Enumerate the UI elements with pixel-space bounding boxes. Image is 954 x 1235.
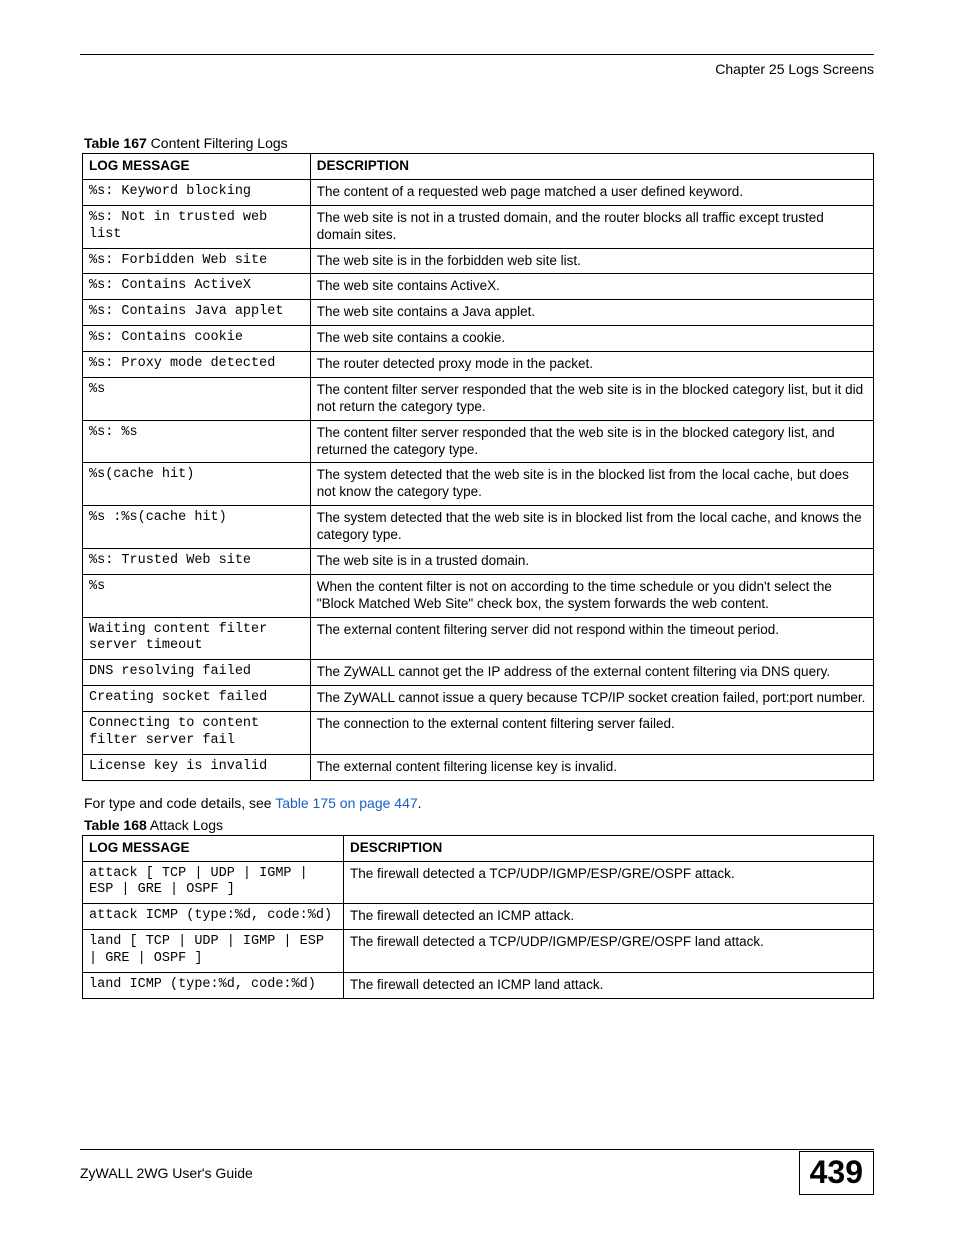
table-row: %s: Contains Java appletThe web site con… bbox=[83, 300, 874, 326]
table-168-caption-title: Attack Logs bbox=[147, 817, 223, 833]
table-row: Waiting content filter server timeoutThe… bbox=[83, 617, 874, 660]
log-message-cell: %s: Forbidden Web site bbox=[83, 248, 311, 274]
footer-rule bbox=[80, 1149, 874, 1150]
table-row: Creating socket failedThe ZyWALL cannot … bbox=[83, 686, 874, 712]
description-cell: The ZyWALL cannot get the IP address of … bbox=[310, 660, 873, 686]
log-message-cell: %s: Trusted Web site bbox=[83, 548, 311, 574]
header-rule bbox=[80, 54, 874, 55]
table-header-row: LOG MESSAGE DESCRIPTION bbox=[83, 835, 874, 861]
table-167-caption: Table 167 Content Filtering Logs bbox=[82, 135, 874, 151]
table-row: %s: Contains cookieThe web site contains… bbox=[83, 326, 874, 352]
table-row: attack ICMP (type:%d, code:%d)The firewa… bbox=[83, 904, 874, 930]
col-log-message: LOG MESSAGE bbox=[83, 154, 311, 180]
col-description: DESCRIPTION bbox=[344, 835, 874, 861]
description-cell: The ZyWALL cannot issue a query because … bbox=[310, 686, 873, 712]
table-row: %sThe content filter server responded th… bbox=[83, 377, 874, 420]
table-row: Connecting to content filter server fail… bbox=[83, 712, 874, 755]
description-cell: The firewall detected a TCP/UDP/IGMP/ESP… bbox=[344, 930, 874, 973]
log-message-cell: %s :%s(cache hit) bbox=[83, 506, 311, 549]
log-message-cell: %s: Not in trusted web list bbox=[83, 205, 311, 248]
footer-guide-title: ZyWALL 2WG User's Guide bbox=[80, 1165, 253, 1181]
description-cell: The web site is in the forbidden web sit… bbox=[310, 248, 873, 274]
log-message-cell: land ICMP (type:%d, code:%d) bbox=[83, 972, 344, 998]
description-cell: The firewall detected an ICMP attack. bbox=[344, 904, 874, 930]
table-168-caption: Table 168 Attack Logs bbox=[82, 817, 874, 833]
table-row: %s(cache hit)The system detected that th… bbox=[83, 463, 874, 506]
table-row: License key is invalidThe external conte… bbox=[83, 754, 874, 780]
description-cell: The system detected that the web site is… bbox=[310, 506, 873, 549]
description-cell: The content filter server responded that… bbox=[310, 377, 873, 420]
log-message-cell: land [ TCP | UDP | IGMP | ESP | GRE | OS… bbox=[83, 930, 344, 973]
log-message-cell: %s: %s bbox=[83, 420, 311, 463]
log-message-cell: Connecting to content filter server fail bbox=[83, 712, 311, 755]
description-cell: The router detected proxy mode in the pa… bbox=[310, 352, 873, 378]
description-cell: The firewall detected an ICMP land attac… bbox=[344, 972, 874, 998]
table-row: %s :%s(cache hit)The system detected tha… bbox=[83, 506, 874, 549]
note-text-before: For type and code details, see bbox=[84, 795, 275, 811]
description-cell: The external content filtering license k… bbox=[310, 754, 873, 780]
description-cell: The web site contains a Java applet. bbox=[310, 300, 873, 326]
col-log-message: LOG MESSAGE bbox=[83, 835, 344, 861]
content-area: Table 167 Content Filtering Logs LOG MES… bbox=[82, 135, 874, 999]
table-row: land [ TCP | UDP | IGMP | ESP | GRE | OS… bbox=[83, 930, 874, 973]
log-message-cell: %s: Contains ActiveX bbox=[83, 274, 311, 300]
page-container: Chapter 25 Logs Screens Table 167 Conten… bbox=[0, 0, 954, 1235]
description-cell: The web site is not in a trusted domain,… bbox=[310, 205, 873, 248]
table-168: LOG MESSAGE DESCRIPTION attack [ TCP | U… bbox=[82, 835, 874, 999]
note-text-after: . bbox=[418, 795, 422, 811]
description-cell: The firewall detected a TCP/UDP/IGMP/ESP… bbox=[344, 861, 874, 904]
table-167-caption-number: Table 167 bbox=[84, 135, 147, 151]
table-row: %s: Proxy mode detectedThe router detect… bbox=[83, 352, 874, 378]
log-message-cell: %s(cache hit) bbox=[83, 463, 311, 506]
page-number: 439 bbox=[799, 1151, 874, 1195]
log-message-cell: License key is invalid bbox=[83, 754, 311, 780]
log-message-cell: attack ICMP (type:%d, code:%d) bbox=[83, 904, 344, 930]
description-cell: The web site is in a trusted domain. bbox=[310, 548, 873, 574]
description-cell: The content filter server responded that… bbox=[310, 420, 873, 463]
log-message-cell: %s: Proxy mode detected bbox=[83, 352, 311, 378]
table-row: %s: Forbidden Web siteThe web site is in… bbox=[83, 248, 874, 274]
log-message-cell: Waiting content filter server timeout bbox=[83, 617, 311, 660]
log-message-cell: %s: Contains Java applet bbox=[83, 300, 311, 326]
chapter-header: Chapter 25 Logs Screens bbox=[80, 61, 874, 77]
table-row: DNS resolving failedThe ZyWALL cannot ge… bbox=[83, 660, 874, 686]
log-message-cell: %s bbox=[83, 574, 311, 617]
col-description: DESCRIPTION bbox=[310, 154, 873, 180]
description-cell: When the content filter is not on accord… bbox=[310, 574, 873, 617]
table-row: %s: Not in trusted web listThe web site … bbox=[83, 205, 874, 248]
table-row: %sWhen the content filter is not on acco… bbox=[83, 574, 874, 617]
log-message-cell: %s bbox=[83, 377, 311, 420]
table-row: %s: Trusted Web siteThe web site is in a… bbox=[83, 548, 874, 574]
description-cell: The content of a requested web page matc… bbox=[310, 179, 873, 205]
log-message-cell: attack [ TCP | UDP | IGMP | ESP | GRE | … bbox=[83, 861, 344, 904]
log-message-cell: %s: Contains cookie bbox=[83, 326, 311, 352]
description-cell: The system detected that the web site is… bbox=[310, 463, 873, 506]
table-row: %s: %sThe content filter server responde… bbox=[83, 420, 874, 463]
description-cell: The web site contains ActiveX. bbox=[310, 274, 873, 300]
cross-reference-note: For type and code details, see Table 175… bbox=[84, 795, 874, 811]
table-row: attack [ TCP | UDP | IGMP | ESP | GRE | … bbox=[83, 861, 874, 904]
table-168-caption-number: Table 168 bbox=[84, 817, 147, 833]
description-cell: The external content filtering server di… bbox=[310, 617, 873, 660]
log-message-cell: DNS resolving failed bbox=[83, 660, 311, 686]
table-row: %s: Contains ActiveXThe web site contain… bbox=[83, 274, 874, 300]
log-message-cell: %s: Keyword blocking bbox=[83, 179, 311, 205]
table-row: land ICMP (type:%d, code:%d)The firewall… bbox=[83, 972, 874, 998]
cross-reference-link[interactable]: Table 175 on page 447 bbox=[275, 795, 417, 811]
table-167: LOG MESSAGE DESCRIPTION %s: Keyword bloc… bbox=[82, 153, 874, 781]
description-cell: The connection to the external content f… bbox=[310, 712, 873, 755]
log-message-cell: Creating socket failed bbox=[83, 686, 311, 712]
table-row: %s: Keyword blockingThe content of a req… bbox=[83, 179, 874, 205]
page-footer: ZyWALL 2WG User's Guide 439 bbox=[80, 1149, 874, 1195]
description-cell: The web site contains a cookie. bbox=[310, 326, 873, 352]
table-header-row: LOG MESSAGE DESCRIPTION bbox=[83, 154, 874, 180]
table-167-caption-title: Content Filtering Logs bbox=[147, 135, 288, 151]
